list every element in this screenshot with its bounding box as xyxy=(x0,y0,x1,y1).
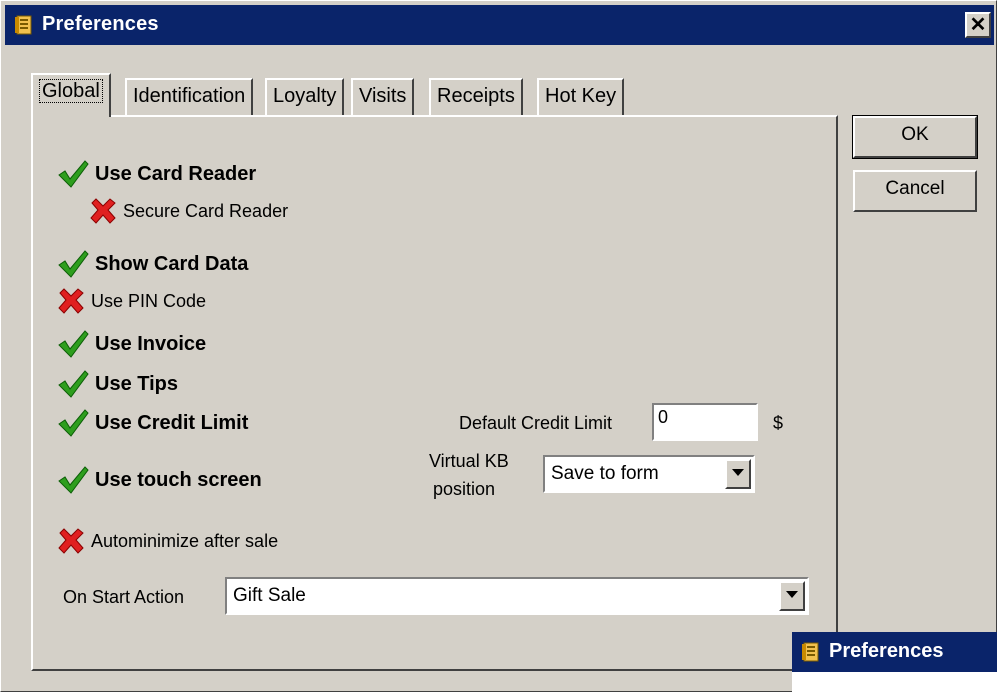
default-credit-limit-input[interactable]: 0 xyxy=(652,403,758,441)
default-credit-limit-value: 0 xyxy=(658,407,669,427)
title-bar[interactable]: Preferences ✕ xyxy=(5,5,994,45)
minimized-window-title[interactable]: Preferences xyxy=(792,632,997,672)
tab-global[interactable]: Global xyxy=(31,73,111,117)
tab-label: Hot Key xyxy=(545,85,617,107)
chevron-down-icon xyxy=(786,591,798,598)
use-touch-screen-toggle[interactable]: Use touch screen xyxy=(57,465,262,495)
tab-label: Global xyxy=(39,79,103,103)
autominimize-toggle[interactable]: Autominimize after sale xyxy=(57,527,278,555)
app-icon xyxy=(15,15,32,35)
on-start-action-label: On Start Action xyxy=(63,587,185,607)
chevron-down-icon xyxy=(732,469,744,476)
use-touch-screen-label: Use touch screen xyxy=(95,468,262,491)
tab-label: Identification xyxy=(133,85,246,107)
check-icon xyxy=(58,250,89,278)
autominimize-label: Autominimize after sale xyxy=(91,530,279,551)
cancel-button[interactable]: Cancel xyxy=(853,170,977,212)
check-icon xyxy=(58,160,89,188)
virtual-kb-label-line1: Virtual KB xyxy=(429,451,509,471)
cross-icon xyxy=(58,528,84,554)
on-start-action-select[interactable]: Gift Sale xyxy=(225,577,809,615)
check-icon xyxy=(58,409,89,437)
dropdown-button[interactable] xyxy=(779,581,805,611)
tab-visits[interactable]: Visits xyxy=(351,78,415,116)
use-invoice-label: Use Invoice xyxy=(95,332,207,355)
use-tips-label: Use Tips xyxy=(95,372,178,395)
use-invoice-toggle[interactable]: Use Invoice xyxy=(57,329,206,359)
tab-label: Loyalty xyxy=(273,85,337,107)
close-icon: ✕ xyxy=(969,14,987,36)
dropdown-button[interactable] xyxy=(725,459,751,489)
virtual-kb-position-value: Save to form xyxy=(551,463,659,484)
ok-button-label: OK xyxy=(901,124,929,145)
tab-label: Visits xyxy=(359,85,407,107)
check-icon xyxy=(58,466,89,494)
virtual-kb-label-line2: position xyxy=(433,479,496,499)
use-card-reader-label: Use Card Reader xyxy=(95,162,257,185)
use-credit-limit-label: Use Credit Limit xyxy=(95,411,249,434)
window-title: Preferences xyxy=(42,13,159,35)
use-card-reader-toggle[interactable]: Use Card Reader xyxy=(57,159,256,189)
app-icon xyxy=(802,642,819,662)
minimized-window-title-text: Preferences xyxy=(829,640,944,662)
close-button[interactable]: ✕ xyxy=(965,12,991,38)
show-card-data-toggle[interactable]: Show Card Data xyxy=(57,249,248,279)
global-tab-panel: Use Card Reader Secure Card Reader Show … xyxy=(31,115,838,671)
tab-loyalty[interactable]: Loyalty xyxy=(265,78,345,116)
on-start-action-value: Gift Sale xyxy=(233,585,306,606)
currency-label: $ xyxy=(773,413,784,433)
use-pin-code-label: Use PIN Code xyxy=(91,290,207,311)
preferences-window: Preferences ✕ Global Identification Loya… xyxy=(0,0,997,692)
tab-identification[interactable]: Identification xyxy=(125,78,254,116)
check-icon xyxy=(58,370,89,398)
ok-button[interactable]: OK xyxy=(852,115,978,159)
check-icon xyxy=(58,330,89,358)
tab-label: Receipts xyxy=(437,85,515,107)
virtual-kb-position-select[interactable]: Save to form xyxy=(543,455,755,493)
minimized-window-body xyxy=(792,672,997,692)
use-credit-limit-toggle[interactable]: Use Credit Limit xyxy=(57,408,248,438)
cross-icon xyxy=(90,198,116,224)
default-credit-limit-label: Default Credit Limit xyxy=(459,413,613,433)
show-card-data-label: Show Card Data xyxy=(95,252,249,275)
tab-hot-key[interactable]: Hot Key xyxy=(537,78,625,116)
cross-icon xyxy=(58,288,84,314)
use-pin-code-toggle[interactable]: Use PIN Code xyxy=(57,287,206,315)
secure-card-reader-toggle[interactable]: Secure Card Reader xyxy=(89,197,288,225)
secure-card-reader-label: Secure Card Reader xyxy=(123,200,289,221)
use-tips-toggle[interactable]: Use Tips xyxy=(57,369,178,399)
tab-receipts[interactable]: Receipts xyxy=(429,78,523,116)
cancel-button-label: Cancel xyxy=(885,178,945,199)
